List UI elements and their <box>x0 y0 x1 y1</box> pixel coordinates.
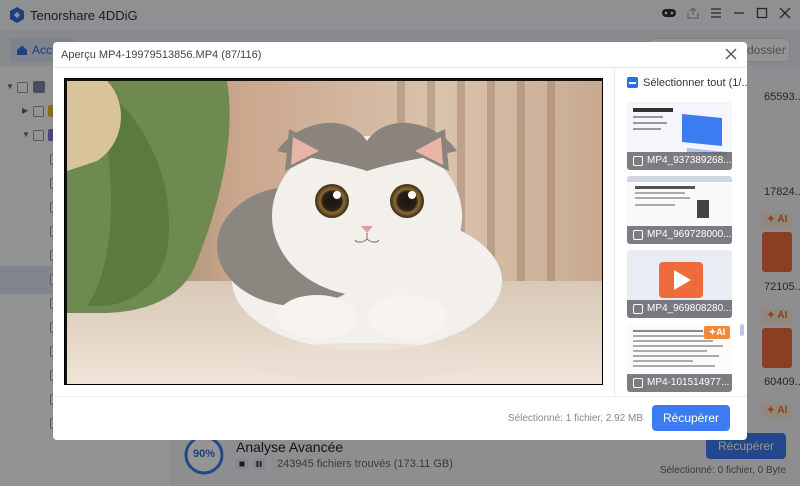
thumbnail-caption: MP4_969808280... <box>627 300 732 318</box>
thumbnail-caption: MP4_969728000... <box>627 226 732 244</box>
indeterminate-checkbox-icon <box>627 77 638 88</box>
thumbnail-checkbox[interactable] <box>633 156 643 166</box>
thumbnail-caption: MP4_937389268... <box>627 152 732 170</box>
thumbnail-checkbox[interactable] <box>633 230 643 240</box>
thumbnail-checkbox[interactable] <box>633 378 643 388</box>
select-all-checkbox[interactable]: Sélectionner tout (1/... <box>627 77 747 89</box>
recover-button[interactable]: Récupérer <box>652 405 730 431</box>
thumbnail-item[interactable]: MP4_969728000... <box>627 176 732 244</box>
modal-title: Aperçu MP4-19979513856.MP4 (87/116) <box>61 49 262 61</box>
selection-status: Sélectionné: 1 fichier, 2.92 MB <box>507 413 643 424</box>
thumbnail-item[interactable]: ✦AI MP4-101514977... <box>627 324 732 392</box>
modal-footer: Sélectionné: 1 fichier, 2.92 MB Récupére… <box>53 396 747 440</box>
thumbnail-item[interactable]: MP4_969808280... <box>627 250 732 318</box>
preview-area <box>53 68 614 396</box>
thumbnail-scrollbar[interactable] <box>740 324 744 336</box>
cat-video-frame <box>67 81 602 384</box>
thumbnail-caption: MP4-101514977... <box>627 374 732 392</box>
preview-modal: Aperçu MP4-19979513856.MP4 (87/116) Séle… <box>53 42 747 440</box>
video-preview[interactable] <box>64 78 603 385</box>
thumbnail-checkbox[interactable] <box>633 304 643 314</box>
select-all-label: Sélectionner tout (1/... <box>643 77 747 89</box>
thumbnail-item[interactable]: MP4_937389268... <box>627 102 732 170</box>
thumbnail-panel: Sélectionner tout (1/... MP4_937389268..… <box>614 68 747 398</box>
ai-badge: ✦AI <box>704 326 730 339</box>
close-icon[interactable] <box>723 46 739 62</box>
